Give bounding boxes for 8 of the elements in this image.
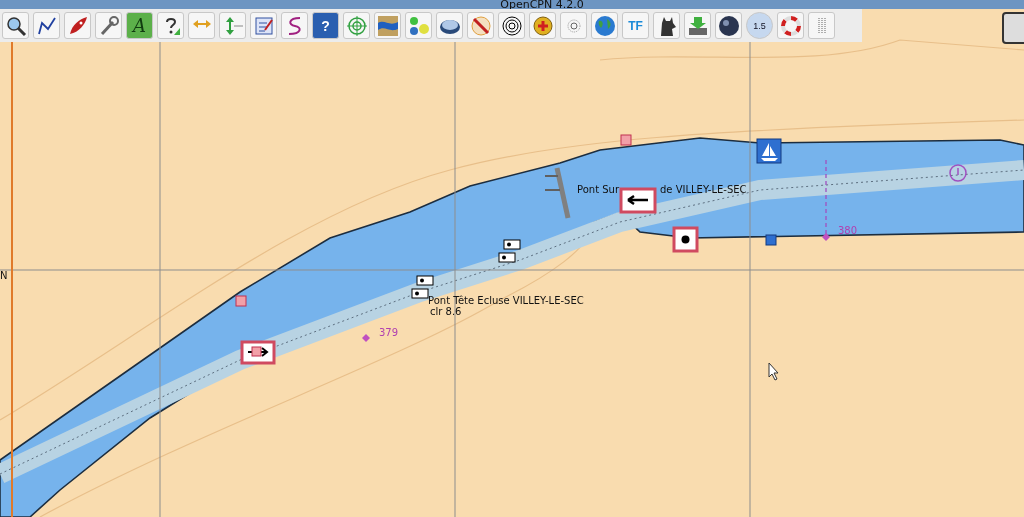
chart-label: Pont Tête Ecluse VILLEY-LE-SEC (428, 295, 584, 306)
chart-label: clr 8.6 (430, 306, 462, 317)
window-title: OpenCPN 4.2.0 (500, 0, 584, 9)
chart-label: N (0, 270, 8, 281)
chart-label: 379 (379, 327, 399, 338)
chart-label: 380 (838, 225, 858, 236)
chart-label: Pont Sur (577, 184, 620, 195)
chart-label: de VILLEY-LE-SEC (660, 184, 747, 195)
